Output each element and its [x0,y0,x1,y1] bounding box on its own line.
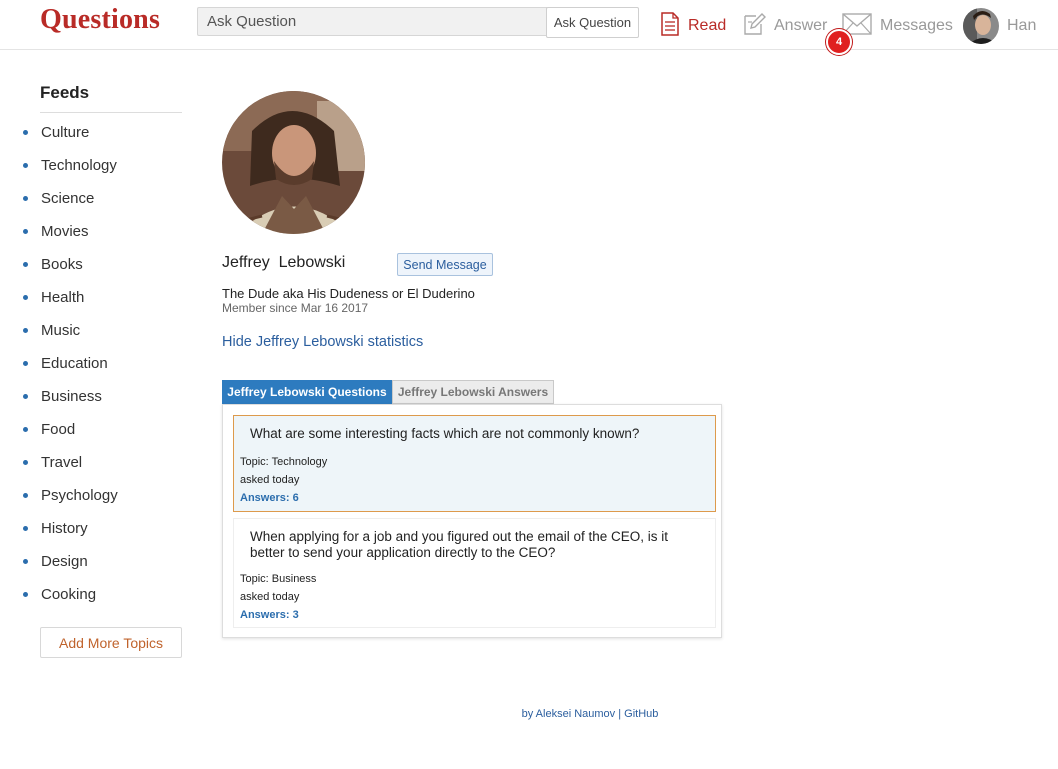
bullet-icon [23,295,28,300]
footer-separator: | [615,708,625,720]
profile-name: Jeffrey Lebowski [222,254,345,272]
bullet-icon [23,559,28,564]
question-title[interactable]: When applying for a job and you figured … [250,529,701,561]
nav-answer[interactable]: Answer [742,10,827,42]
feed-item-label: Travel [41,454,83,471]
feed-item[interactable]: Movies [22,223,118,256]
bullet-icon [23,130,28,135]
author-link[interactable]: by Aleksei Naumov [522,708,616,720]
question-card[interactable]: What are some interesting facts which ar… [233,415,716,512]
bullet-icon [23,229,28,234]
feed-item[interactable]: Cooking [22,586,118,619]
feed-list: Culture Technology Science Movies Books … [22,124,118,619]
feed-item[interactable]: Technology [22,157,118,190]
question-topic: Topic: Business [240,573,317,585]
question-card[interactable]: When applying for a job and you figured … [233,518,716,628]
feed-item[interactable]: Health [22,289,118,322]
bullet-icon [23,196,28,201]
questions-panel: What are some interesting facts which ar… [222,404,722,638]
question-topic: Topic: Technology [240,456,328,468]
nav-read[interactable]: Read [660,10,726,42]
feed-item[interactable]: Psychology [22,487,118,520]
nav-user-menu[interactable]: Han [963,8,1037,44]
feed-item-label: Design [41,553,88,570]
feed-item[interactable]: Education [22,355,118,388]
member-since: Member since Mar 16 2017 [222,301,369,315]
divider [40,112,182,113]
nav-read-label: Read [688,17,727,34]
question-title[interactable]: What are some interesting facts which ar… [250,426,701,442]
add-more-topics-button[interactable]: Add More Topics [40,627,182,658]
feed-item[interactable]: Design [22,553,118,586]
feed-item-label: Health [41,289,85,306]
bullet-icon [23,163,28,168]
question-asked: asked today [240,591,300,603]
search-input[interactable] [197,7,547,36]
nav-user-name: Han [1007,17,1037,34]
feed-item[interactable]: Travel [22,454,118,487]
bullet-icon [23,394,28,399]
nav-answer-label: Answer [774,17,828,34]
send-message-button[interactable]: Send Message [397,253,493,276]
feed-item-label: Cooking [41,586,97,603]
feed-item-label: Business [41,388,102,405]
bullet-icon [23,526,28,531]
github-link[interactable]: GitHub [624,708,658,720]
feed-item-label: Food [41,421,76,438]
feed-item-label: Education [41,355,108,372]
site-logo[interactable]: Questions [40,4,160,36]
question-asked: asked today [240,474,300,486]
feed-item-label: Technology [41,157,117,174]
feed-item-label: Science [41,190,95,207]
footer: by Aleksei Naumov | GitHub [0,708,1058,720]
ask-question-button[interactable]: Ask Question [546,7,639,38]
bullet-icon [23,427,28,432]
bullet-icon [23,262,28,267]
feed-item[interactable]: Food [22,421,118,454]
last-name: Lebowski [278,254,346,271]
bullet-icon [23,592,28,597]
tab-questions[interactable]: Jeffrey Lebowski Questions [222,380,392,404]
bullet-icon [23,493,28,498]
bullet-icon [23,460,28,465]
bullet-icon [23,328,28,333]
profile-bio: The Dude aka His Dudeness or El Duderino [222,286,475,301]
first-name: Jeffrey [222,254,270,271]
tab-answers[interactable]: Jeffrey Lebowski Answers [392,380,554,404]
messages-count-badge: 4 [826,29,852,55]
feed-item-label: Books [41,256,83,273]
feed-item[interactable]: Science [22,190,118,223]
pencil-edit-icon [742,12,766,41]
feed-item[interactable]: Culture [22,124,118,157]
question-answers-count[interactable]: Answers: 3 [240,609,299,621]
hide-statistics-link[interactable]: Hide Jeffrey Lebowski statistics [222,334,423,350]
feed-item-label: Music [41,322,81,339]
feed-item[interactable]: Business [22,388,118,421]
feed-item-label: Culture [41,124,90,141]
document-icon [660,11,680,41]
question-answers-count[interactable]: Answers: 6 [240,492,299,504]
feed-item[interactable]: Books [22,256,118,289]
nav-messages-label: Messages [880,17,953,34]
feed-item[interactable]: History [22,520,118,553]
user-avatar [963,8,999,44]
top-navbar: Questions Ask Question Read Answer [0,0,1058,55]
feed-item-label: Movies [41,223,89,240]
nav-messages[interactable]: Messages [842,10,953,42]
bullet-icon [23,361,28,366]
feed-item[interactable]: Music [22,322,118,355]
feed-item-label: History [41,520,88,537]
profile-photo [222,91,365,234]
feed-item-label: Psychology [41,487,118,504]
feeds-title: Feeds [40,83,90,102]
